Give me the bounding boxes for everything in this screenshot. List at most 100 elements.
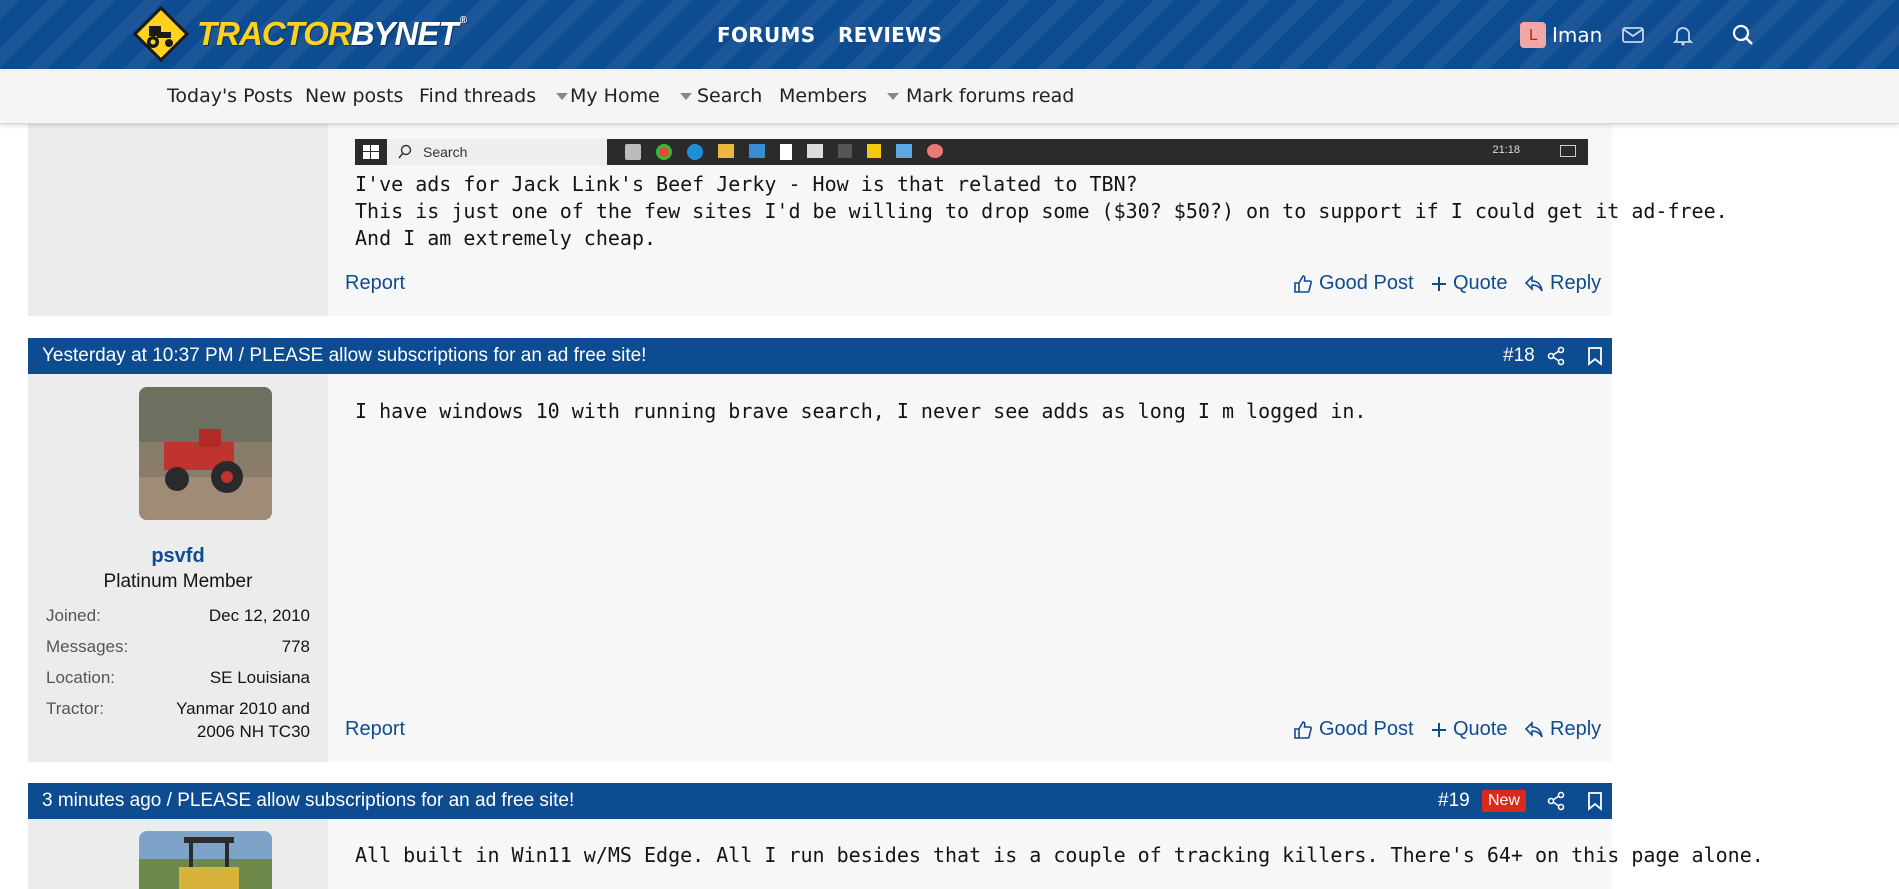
chevron-down-icon[interactable] [679, 92, 692, 100]
user-name: Iman [1552, 23, 1603, 47]
app-icon [838, 144, 852, 158]
subnav-search[interactable]: Search [697, 69, 762, 123]
task-view-icon [625, 144, 641, 160]
post-18-number[interactable]: #18 [1503, 345, 1535, 367]
thumbs-up-icon [1294, 720, 1312, 739]
subnav-my-home[interactable]: My Home [570, 69, 692, 123]
subnav-label: Today's Posts [167, 85, 293, 107]
quote-button[interactable]: Quote [1431, 272, 1507, 295]
report-link[interactable]: Report [345, 718, 405, 741]
stat-label-messages: Messages: [46, 637, 129, 656]
subnav-mark-forums-read[interactable]: Mark forums read [906, 69, 1074, 123]
stat-value-tractor-2: 2006 NH TC30 [196, 722, 310, 741]
good-post-button[interactable]: Good Post [1293, 272, 1414, 295]
stat-value-tractor: Yanmar 2010 and [176, 699, 310, 718]
stat-label-joined: Joined: [46, 606, 101, 625]
user-title: Platinum Member [103, 571, 253, 592]
bookmark-icon[interactable] [1587, 791, 1603, 817]
chrome-icon [656, 144, 672, 160]
top-nav-reviews[interactable]: REVIEWS [838, 0, 942, 69]
post-user-column [28, 819, 328, 889]
taskbar-search-label: Search [423, 144, 468, 160]
tractor-logo-icon [132, 5, 190, 63]
avatar[interactable] [139, 831, 272, 889]
plus-icon [1432, 276, 1446, 291]
search-icon[interactable] [1730, 22, 1756, 48]
stat-label-location: Location: [46, 668, 115, 687]
report-link[interactable]: Report [345, 272, 405, 295]
post-19-body: All built in Win11 w/MS Edge. All I run … [355, 843, 1764, 867]
logo-wordmark: TRACTORBYNET ® [197, 15, 467, 53]
bell-icon[interactable] [1670, 22, 1696, 48]
avatar[interactable] [139, 387, 272, 520]
good-post-label: Good Post [1319, 718, 1414, 740]
reply-label: Reply [1550, 718, 1602, 740]
subnav-label: My Home [570, 85, 660, 107]
subnav-new-posts[interactable]: New posts [305, 69, 403, 123]
quote-label: Quote [1453, 718, 1508, 740]
post-18: psvfd Platinum Member Joined: Dec 12, 20… [28, 374, 1612, 762]
post-17-line-2: This is just one of the few sites I'd be… [355, 199, 1728, 223]
subnav-label: New posts [305, 85, 404, 107]
search-icon [398, 144, 412, 159]
post-18-header-title: Yesterday at 10:37 PM / PLEASE allow sub… [42, 345, 647, 366]
share-icon[interactable] [1546, 791, 1566, 817]
folder-icon [718, 144, 734, 158]
reply-icon [1524, 274, 1543, 291]
reply-button[interactable]: Reply [1524, 718, 1601, 741]
edge-icon [687, 144, 703, 160]
taskbar-clock: 21:18 [1492, 144, 1520, 156]
stat-value-messages: 778 [281, 637, 310, 656]
logo-trademark: ® [459, 15, 467, 26]
subnav-label: Members [779, 85, 868, 107]
subnav-label: Find threads [419, 85, 537, 107]
post-19-number[interactable]: #19 [1438, 790, 1470, 812]
taskbar-app-icons [625, 144, 943, 160]
envelope-icon[interactable] [1620, 22, 1646, 48]
chevron-down-icon[interactable] [887, 92, 900, 100]
bookmark-icon[interactable] [1587, 346, 1603, 372]
top-nav-forums[interactable]: FORUMS [717, 0, 815, 69]
taskbar-search-box: Search [387, 139, 607, 165]
reply-icon [1524, 720, 1543, 737]
post-user-column [28, 123, 328, 316]
good-post-button[interactable]: Good Post [1293, 718, 1414, 741]
post-user-column: psvfd Platinum Member Joined: Dec 12, 20… [28, 374, 328, 762]
new-badge: New [1482, 790, 1527, 812]
plus-icon [1432, 722, 1446, 737]
subnav-members[interactable]: Members [779, 69, 900, 123]
mail-icon [749, 144, 765, 158]
post-18-body: I have windows 10 with running brave sea… [355, 399, 1367, 423]
sticky-notes-icon [867, 144, 881, 158]
site-header: TRACTORBYNET ® FORUMS REVIEWS L Iman [0, 0, 1899, 69]
stat-value-location: SE Louisiana [209, 668, 310, 687]
reply-button[interactable]: Reply [1524, 272, 1601, 295]
share-icon[interactable] [1546, 346, 1566, 372]
logo-text-accent: BYNET [350, 15, 459, 52]
user-menu[interactable]: L Iman [1520, 22, 1602, 48]
post-17-line-1: I've ads for Jack Link's Beef Jerky - Ho… [355, 172, 1138, 196]
chevron-down-icon[interactable] [556, 92, 569, 100]
embedded-taskbar-image: Search 21:18 [355, 139, 1588, 165]
subnav-todays-posts[interactable]: Today's Posts [167, 69, 293, 123]
quote-button[interactable]: Quote [1431, 718, 1507, 741]
app-icon [807, 144, 823, 158]
post-19-header: 3 minutes ago / PLEASE allow subscriptio… [28, 783, 1612, 819]
subnav-label: Search [697, 85, 763, 107]
site-logo[interactable]: TRACTORBYNET ® [132, 5, 467, 63]
post-17-line-3: And I am extremely cheap. [355, 226, 657, 250]
post-18-header: Yesterday at 10:37 PM / PLEASE allow sub… [28, 338, 1612, 374]
logo-text-main: TRACTOR [197, 15, 352, 52]
stat-value-joined: Dec 12, 2010 [208, 606, 310, 625]
username-link[interactable]: psvfd [28, 545, 328, 568]
subnav-label: Mark forums read [906, 85, 1075, 107]
windows-start-icon [363, 145, 379, 164]
nav-reviews-link[interactable]: REVIEWS [838, 23, 942, 47]
notification-icon [1560, 145, 1576, 157]
reply-label: Reply [1550, 272, 1602, 294]
avatar: L [1520, 22, 1546, 48]
subnav-find-threads[interactable]: Find threads [419, 69, 569, 123]
nav-forums-link[interactable]: FORUMS [717, 23, 815, 47]
stat-label-tractor: Tractor: [46, 699, 104, 718]
cards-icon [780, 144, 792, 160]
